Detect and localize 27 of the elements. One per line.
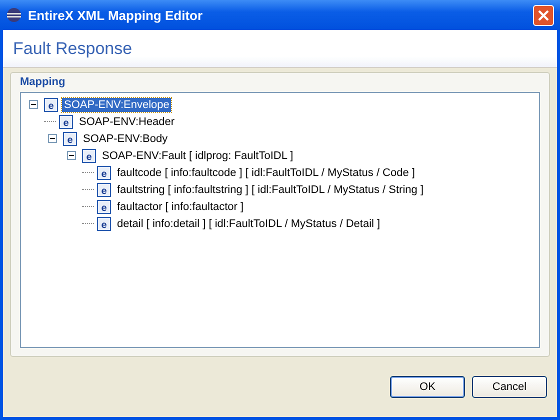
element-icon: e	[97, 182, 111, 196]
tree-item[interactable]: faultstring [ info:faultstring ] [ idl:FaultToIDL / MyStatus / String ]	[115, 182, 426, 196]
group-label: Mapping	[20, 76, 66, 88]
tree-item[interactable]: SOAP-ENV:Envelope	[62, 98, 172, 112]
collapse-icon[interactable]	[67, 151, 76, 160]
element-icon: e	[97, 166, 111, 180]
collapse-icon[interactable]	[29, 100, 38, 109]
tree-item[interactable]: faultcode [ info:faultcode ] [ idl:FaultToIDL / MyStatus / Code ]	[115, 166, 417, 180]
tree-item[interactable]: SOAP-ENV:Body	[81, 132, 170, 146]
globe-icon	[6, 7, 22, 23]
ok-button[interactable]: OK	[390, 376, 465, 398]
close-button[interactable]	[533, 4, 554, 26]
page-title: Fault Response	[13, 38, 132, 58]
collapse-icon[interactable]	[48, 134, 57, 143]
tree-item[interactable]: detail [ info:detail ] [ idl:FaultToIDL / MyStatus / Detail ]	[115, 216, 382, 230]
window-title: EntireX XML Mapping Editor	[28, 8, 204, 22]
element-icon: e	[44, 98, 58, 112]
tree-item[interactable]: SOAP-ENV:Header	[77, 114, 177, 128]
element-icon: e	[82, 148, 96, 162]
element-icon: e	[97, 216, 111, 230]
tree-item[interactable]: faultactor [ info:faultactor ]	[115, 200, 246, 214]
element-icon: e	[97, 200, 111, 214]
close-icon	[538, 10, 549, 20]
cancel-button[interactable]: Cancel	[472, 376, 547, 398]
tree-item[interactable]: SOAP-ENV:Fault [ idlprog: FaultToIDL ]	[100, 148, 296, 162]
element-icon: e	[59, 114, 73, 128]
element-icon: e	[63, 132, 77, 146]
